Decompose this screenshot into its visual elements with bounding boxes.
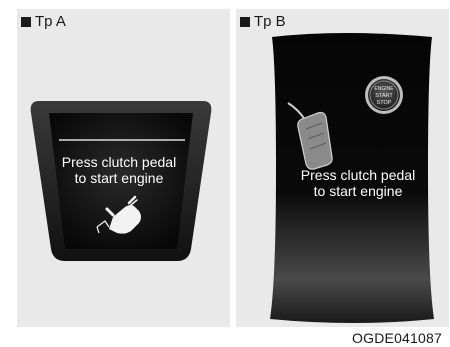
type-b-message: Press clutch pedal to start engine — [268, 167, 448, 199]
type-b-message-line1: Press clutch pedal — [300, 167, 416, 183]
button-text-line2: START — [375, 93, 393, 99]
button-text-line1: ENGINE — [374, 86, 394, 92]
figure-code: OGDE041087 — [352, 330, 442, 346]
type-a-message-line1: Press clutch pedal — [61, 154, 177, 170]
type-a-message: Press clutch pedal to start engine — [24, 154, 214, 186]
type-b-message-line2: to start engine — [313, 183, 403, 199]
button-text-line3: STOP — [377, 100, 392, 106]
engine-start-stop-button-icon: ENGINE START STOP — [365, 76, 403, 114]
type-a-message-line2: to start engine — [74, 170, 164, 186]
